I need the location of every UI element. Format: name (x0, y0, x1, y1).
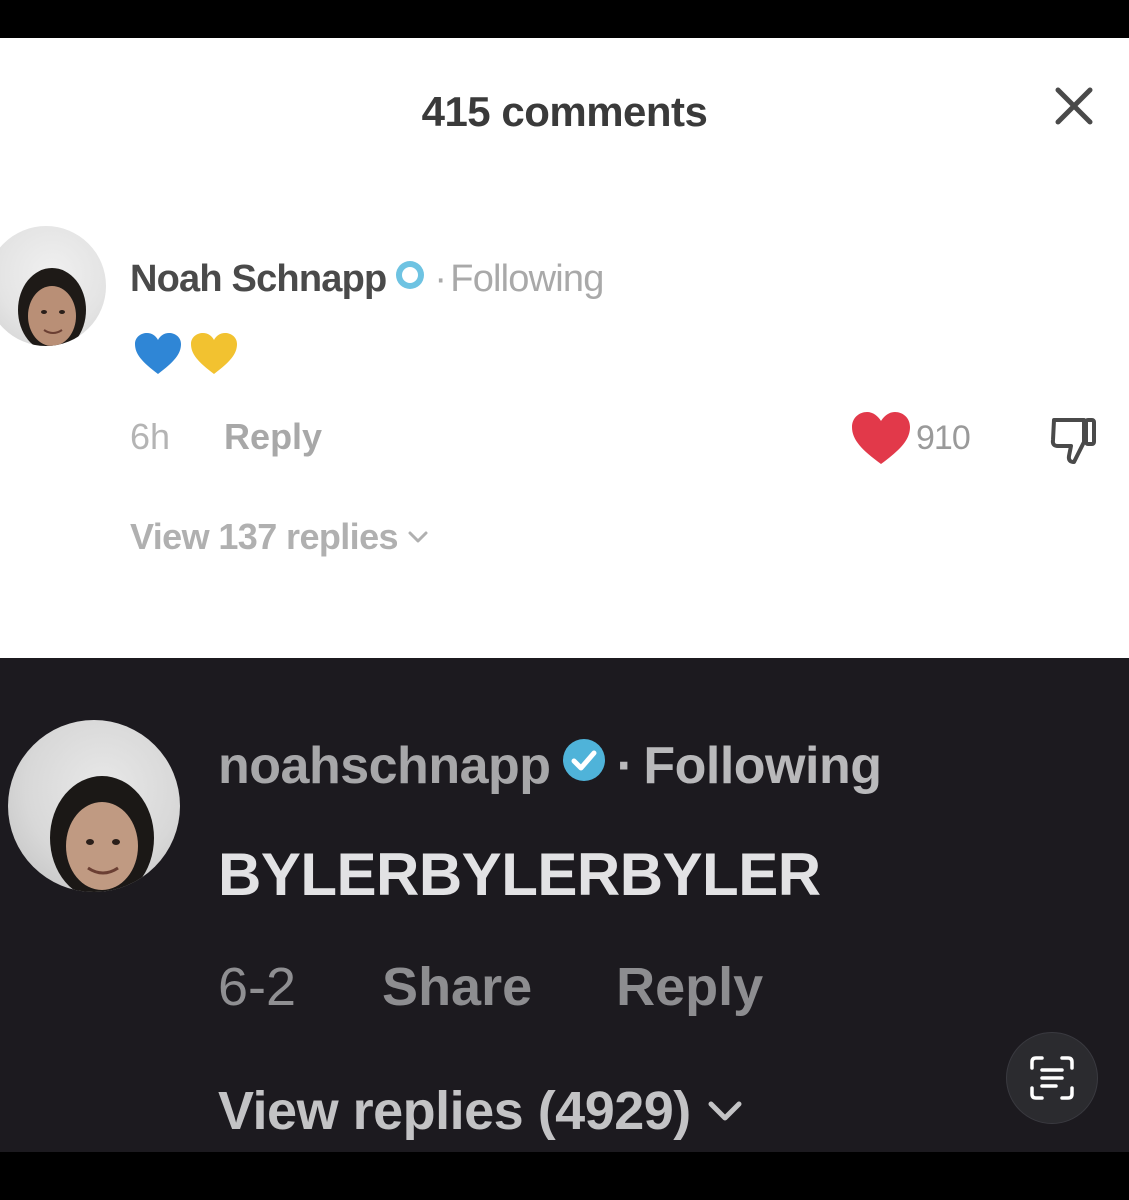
heart-like-icon (852, 412, 910, 464)
live-text-scan-button[interactable] (1006, 1032, 1098, 1124)
comment-author-row: Noah Schnapp · Following (130, 258, 604, 301)
avatar[interactable] (8, 720, 180, 892)
close-button[interactable] (1046, 78, 1102, 134)
comment-meta: 6-2 Share Reply (218, 956, 763, 1018)
view-replies-label: View replies (4929) (218, 1081, 691, 1141)
following-label[interactable]: Following (450, 258, 604, 301)
view-replies-label: View 137 replies (130, 516, 399, 557)
thumbs-down-icon (1050, 418, 1096, 464)
close-icon (1055, 87, 1093, 125)
blue-heart-icon (135, 333, 181, 374)
avatar-photo (50, 776, 154, 892)
live-text-scan-icon (1030, 1056, 1074, 1100)
chevron-down-icon (708, 1101, 742, 1121)
separator-dot: · (616, 737, 634, 795)
share-button[interactable]: Share (382, 956, 532, 1018)
author-name[interactable]: noahschnapp (218, 736, 551, 796)
view-replies-link[interactable]: View 137 replies (130, 516, 430, 558)
like-count: 910 (916, 418, 971, 457)
following-label[interactable]: Following (643, 736, 882, 796)
comment-time: 6h (130, 416, 171, 457)
yellow-heart-icon (191, 333, 237, 374)
separator-dot: · (434, 258, 447, 300)
author-name[interactable]: Noah Schnapp (130, 258, 387, 301)
like-button[interactable]: 910 (848, 408, 971, 468)
comment-date: 6-2 (218, 957, 297, 1017)
comment-author-row: noahschnapp · Following (218, 736, 882, 796)
reply-button[interactable]: Reply (616, 956, 763, 1018)
dislike-button[interactable] (1046, 412, 1102, 468)
verified-badge-icon (394, 258, 426, 301)
screenshot: 415 comments Noah Schnapp · Following 6h… (0, 0, 1129, 1200)
bottom-black-bar (0, 1152, 1129, 1200)
reply-button[interactable]: Reply (224, 416, 322, 458)
chevron-down-icon (408, 531, 428, 543)
view-replies-link[interactable]: View replies (4929) (218, 1080, 745, 1142)
comment-meta: 6h Reply (130, 416, 322, 458)
verified-badge-icon (561, 736, 607, 796)
comment-text-emojis (132, 330, 240, 378)
comment-text: BYLERBYLERBYLER (218, 841, 821, 908)
comments-count-title: 415 comments (421, 88, 708, 135)
